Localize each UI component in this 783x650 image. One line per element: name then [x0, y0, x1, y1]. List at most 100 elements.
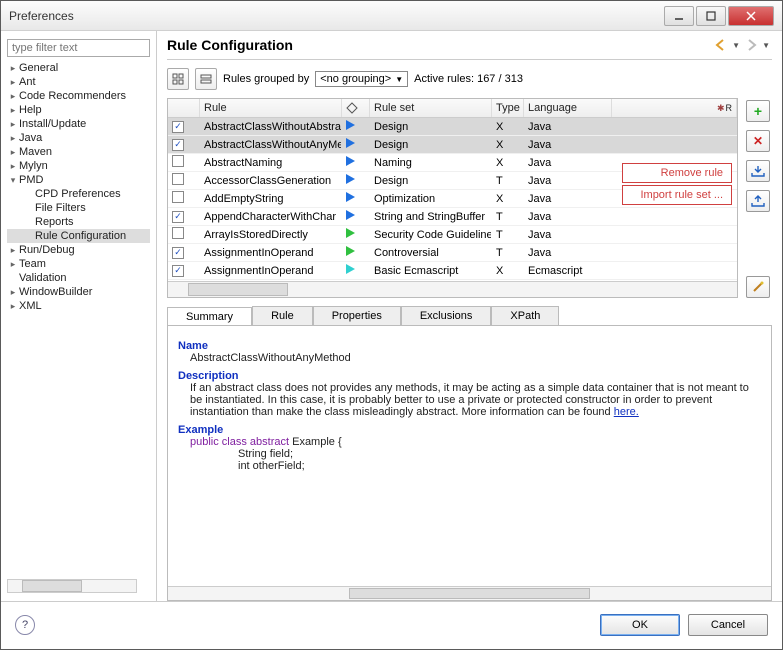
chevron-right-icon: ▸ — [7, 259, 19, 270]
rule-checkbox[interactable] — [172, 139, 184, 151]
tab-summary[interactable]: Summary — [167, 307, 252, 326]
col-language[interactable]: Language — [524, 99, 612, 117]
tree-item-label: Maven — [19, 146, 52, 158]
col-ruleset[interactable]: Rule set — [370, 99, 492, 117]
table-row[interactable]: AssignmentInOperandControversialTJava — [168, 244, 737, 262]
table-row[interactable]: ArrayIsStoredDirectlySecurity Code Guide… — [168, 226, 737, 244]
tree-item-label: Ant — [19, 76, 36, 88]
rule-checkbox[interactable] — [172, 211, 184, 223]
filter-input[interactable] — [7, 39, 150, 57]
tree-item[interactable]: ▸Mylyn — [7, 159, 150, 173]
export-ruleset-button[interactable] — [746, 190, 770, 212]
tree-item[interactable]: ▸Install/Update — [7, 117, 150, 131]
col-type[interactable]: Type — [492, 99, 524, 117]
rule-language: Java — [524, 156, 612, 170]
tree-item[interactable]: ▸XML — [7, 299, 150, 313]
priority-icon — [346, 120, 355, 130]
remove-rule-button[interactable]: ✕ — [746, 130, 770, 152]
rule-checkbox[interactable] — [172, 173, 184, 185]
plus-icon: + — [754, 103, 762, 119]
tab-exclusions[interactable]: Exclusions — [401, 306, 492, 325]
priority-icon — [346, 156, 355, 166]
rule-language: Java — [524, 120, 612, 134]
tree-item[interactable]: ▸Ant — [7, 75, 150, 89]
rule-name: AbstractClassWithoutAbstractMethod — [200, 120, 342, 134]
tree-item[interactable]: ▸Team — [7, 257, 150, 271]
rule-type: X — [492, 264, 524, 278]
table-row[interactable]: AbstractClassWithoutAnyMethodDesignXJava — [168, 136, 737, 154]
chevron-down-icon: ▾ — [7, 175, 19, 186]
close-button[interactable] — [728, 6, 774, 26]
grouping-dropdown[interactable]: <no grouping> ▼ — [315, 71, 408, 87]
tree-item[interactable]: ▸Maven — [7, 145, 150, 159]
page-header: Rule Configuration ▼ ▼ — [167, 37, 772, 60]
tree-item[interactable]: Validation — [7, 271, 150, 285]
dropdown-icon[interactable]: ▼ — [732, 41, 740, 50]
rule-checkbox[interactable] — [172, 191, 184, 203]
table-row[interactable]: AbstractClassWithoutAbstractMethodDesign… — [168, 118, 737, 136]
example-code: public class abstract Example { — [190, 436, 761, 448]
tab-rule[interactable]: Rule — [252, 306, 313, 325]
col-extras[interactable]: ✱R — [612, 99, 737, 117]
back-icon[interactable] — [714, 38, 728, 52]
tree-item[interactable]: Reports — [7, 215, 150, 229]
tree-item[interactable]: File Filters — [7, 201, 150, 215]
rule-checkbox[interactable] — [172, 155, 184, 167]
rule-name: AccessorClassGeneration — [200, 174, 342, 188]
expand-all-button[interactable] — [167, 68, 189, 90]
tree-item-label: Help — [19, 104, 42, 116]
tree-item-label: General — [19, 62, 58, 74]
tree-item-label: XML — [19, 300, 42, 312]
example-label: Example — [178, 424, 761, 436]
minimize-button[interactable] — [664, 6, 694, 26]
tree-item[interactable]: ▸Run/Debug — [7, 243, 150, 257]
grouping-value: <no grouping> — [320, 73, 391, 85]
annotation-callouts: Remove rule Import rule set ... — [622, 163, 732, 207]
table-row[interactable]: AssignmentInOperandBasic EcmascriptXEcma… — [168, 262, 737, 280]
rule-checkbox[interactable] — [172, 247, 184, 259]
rule-set: Design — [370, 174, 492, 188]
priority-icon — [346, 138, 355, 148]
table-hscroll[interactable] — [168, 281, 737, 297]
rule-type: T — [492, 246, 524, 260]
tree-item[interactable]: ▸WindowBuilder — [7, 285, 150, 299]
tree-item[interactable]: ▸Code Recommenders — [7, 89, 150, 103]
tree-item[interactable]: ▸Help — [7, 103, 150, 117]
dropdown-icon[interactable]: ▼ — [762, 41, 770, 50]
col-rule[interactable]: Rule — [200, 99, 342, 117]
tree-item[interactable]: Rule Configuration — [7, 229, 150, 243]
chevron-right-icon: ▸ — [7, 77, 19, 88]
rule-checkbox[interactable] — [172, 227, 184, 239]
rule-checkbox[interactable] — [172, 265, 184, 277]
rule-checkbox[interactable] — [172, 121, 184, 133]
import-ruleset-button[interactable] — [746, 160, 770, 182]
detail-hscroll[interactable] — [168, 586, 771, 600]
tree-item[interactable]: CPD Preferences — [7, 187, 150, 201]
priority-icon — [346, 210, 355, 220]
table-row[interactable]: AppendCharacterWithCharString and String… — [168, 208, 737, 226]
rule-set: Basic Ecmascript — [370, 264, 492, 278]
rule-name: AppendCharacterWithChar — [200, 210, 342, 224]
chevron-right-icon: ▸ — [7, 91, 19, 102]
chevron-right-icon: ▸ — [7, 245, 19, 256]
tab-properties[interactable]: Properties — [313, 306, 401, 325]
col-priority[interactable] — [342, 99, 370, 117]
description-link[interactable]: here. — [614, 406, 639, 418]
tree-hscroll[interactable] — [7, 579, 137, 593]
edit-button[interactable] — [746, 276, 770, 298]
help-icon[interactable]: ? — [15, 615, 35, 635]
tree-item[interactable]: ▸Java — [7, 131, 150, 145]
tree-item[interactable]: ▸General — [7, 61, 150, 75]
preference-tree[interactable]: ▸General▸Ant▸Code Recommenders▸Help▸Inst… — [7, 61, 150, 575]
x-icon: ✕ — [753, 134, 763, 148]
tree-item[interactable]: ▾PMD — [7, 173, 150, 187]
maximize-button[interactable] — [696, 6, 726, 26]
active-rules-label: Active rules: 167 / 313 — [414, 73, 523, 85]
ok-button[interactable]: OK — [600, 614, 680, 636]
import-icon — [751, 165, 765, 177]
tab-xpath[interactable]: XPath — [491, 306, 559, 325]
forward-icon[interactable] — [744, 38, 758, 52]
add-rule-button[interactable]: + — [746, 100, 770, 122]
collapse-all-button[interactable] — [195, 68, 217, 90]
cancel-button[interactable]: Cancel — [688, 614, 768, 636]
